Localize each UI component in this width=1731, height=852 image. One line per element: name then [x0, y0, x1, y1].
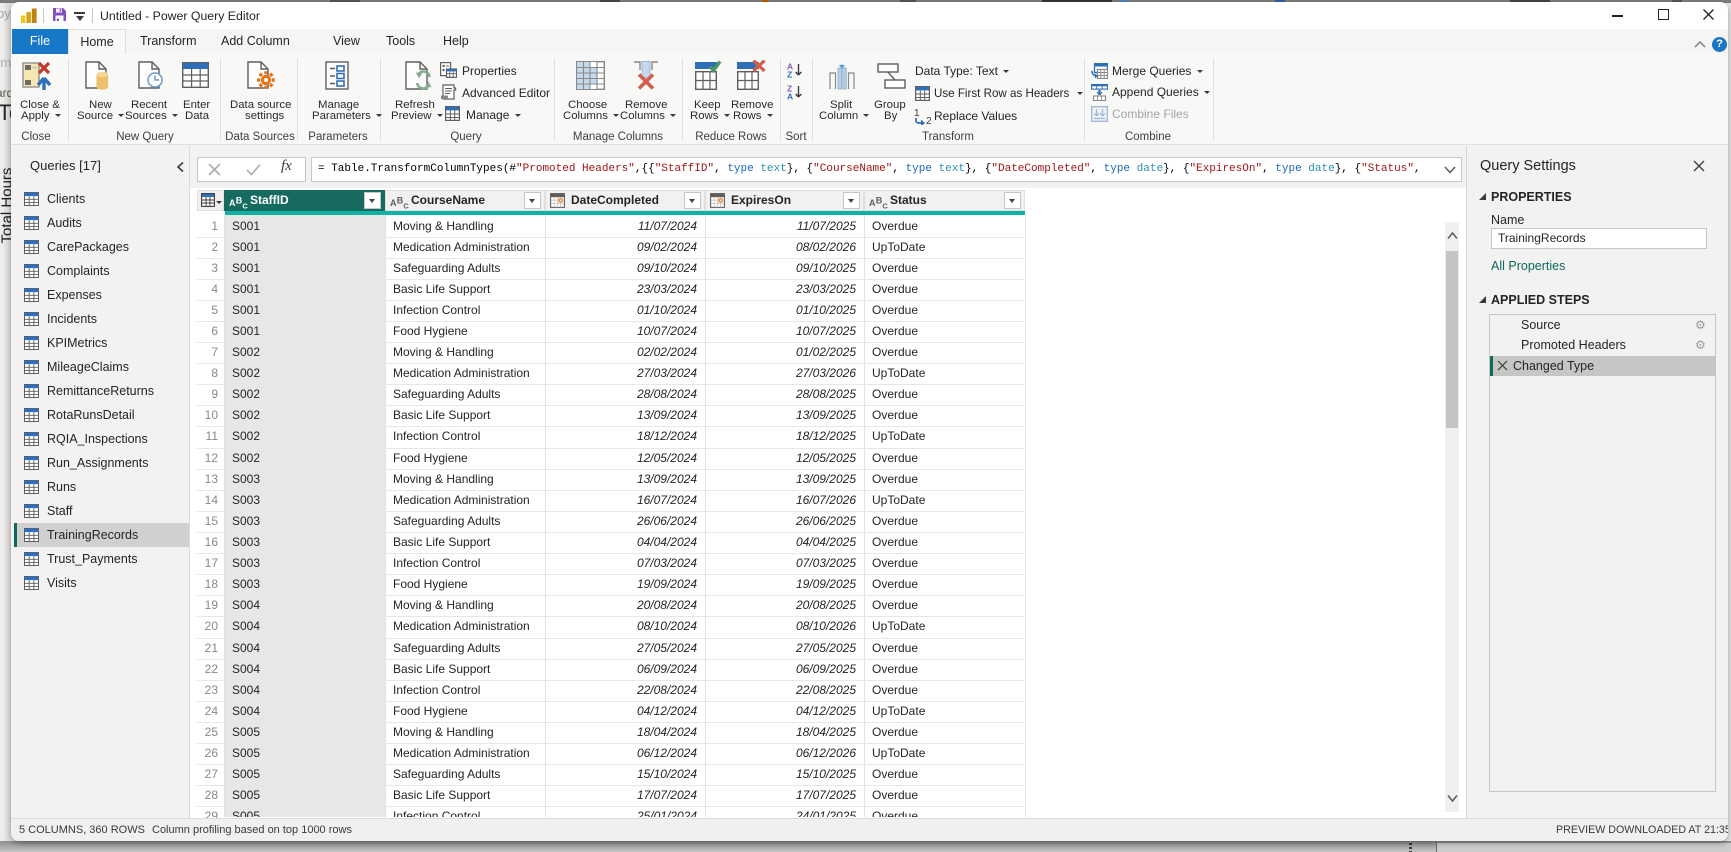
svg-text:Z: Z: [787, 70, 792, 79]
svg-text:1: 1: [914, 108, 920, 119]
svg-text:A: A: [787, 92, 793, 101]
svg-text:2: 2: [926, 116, 932, 125]
